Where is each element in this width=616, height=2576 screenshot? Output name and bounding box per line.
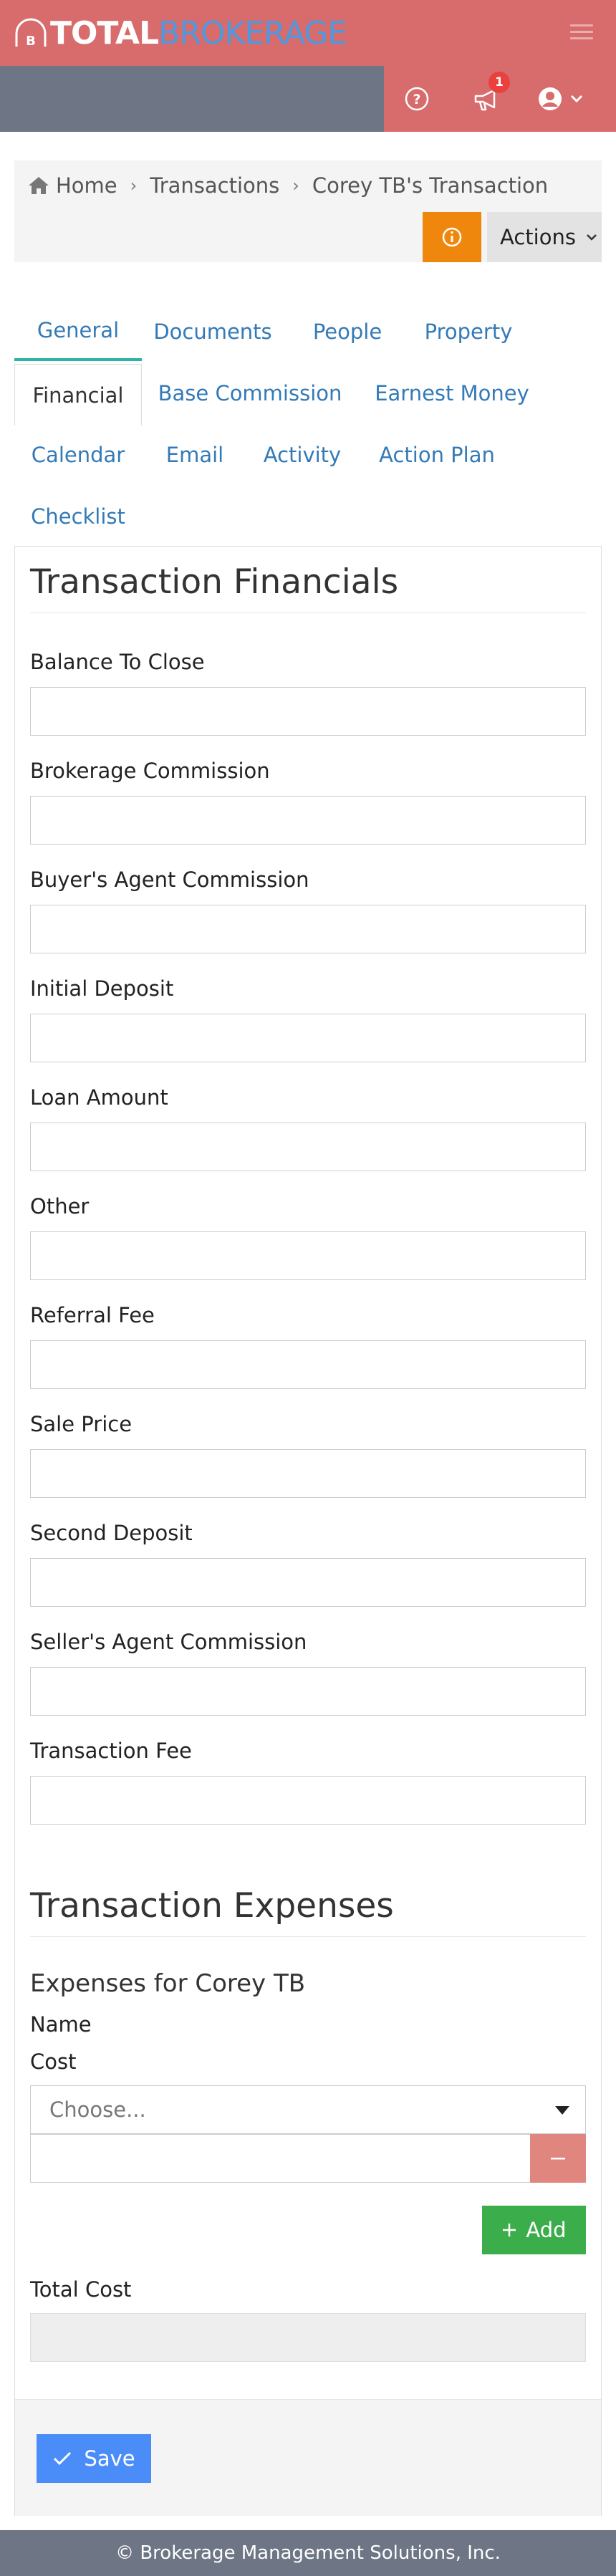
chevron-right-icon: › xyxy=(130,176,138,196)
tab-activity[interactable]: Activity xyxy=(255,426,350,484)
tab-action-plan[interactable]: Action Plan xyxy=(372,426,501,484)
referral-fee-input[interactable] xyxy=(30,1340,586,1389)
actions-dropdown-button[interactable]: Actions xyxy=(487,212,602,262)
chevron-right-icon: › xyxy=(292,176,299,196)
info-circle-icon xyxy=(442,227,462,247)
balance-to-close-input[interactable] xyxy=(30,687,586,736)
sellers-agent-commission-label: Seller's Agent Commission xyxy=(30,1630,307,1654)
financial-tab-panel: Transaction Financials Balance To Close … xyxy=(14,546,602,2516)
second-deposit-input[interactable] xyxy=(30,1558,586,1607)
section-divider xyxy=(30,1936,586,1937)
breadcrumb-current: Corey TB's Transaction xyxy=(312,173,549,198)
brokerage-commission-label: Brokerage Commission xyxy=(30,759,270,783)
top-header: B TOTAL BROKERAGE xyxy=(0,0,616,66)
tab-earnest-money[interactable]: Earnest Money xyxy=(370,364,534,423)
other-label: Other xyxy=(30,1194,90,1219)
transaction-fee-input[interactable] xyxy=(30,1776,586,1825)
initial-deposit-label: Initial Deposit xyxy=(30,976,174,1001)
expense-name-select[interactable]: Choose... xyxy=(30,2085,586,2134)
expense-cost-label: Cost xyxy=(30,2049,77,2074)
chevron-down-icon xyxy=(570,95,583,103)
logo-mark-icon: B xyxy=(15,18,47,49)
remove-expense-button[interactable] xyxy=(530,2134,586,2183)
hamburger-menu-icon[interactable] xyxy=(570,24,593,42)
save-button[interactable]: Save xyxy=(37,2434,151,2483)
add-label: Add xyxy=(526,2218,567,2242)
expense-cost-input[interactable] xyxy=(30,2134,531,2183)
tab-base-commission[interactable]: Base Commission xyxy=(155,364,345,423)
second-deposit-label: Second Deposit xyxy=(30,1521,193,1545)
buyers-agent-commission-input[interactable] xyxy=(30,905,586,953)
page-footer: © Brokerage Management Solutions, Inc. xyxy=(0,2530,616,2576)
plus-icon xyxy=(503,2224,516,2236)
tab-people[interactable]: People xyxy=(304,302,391,361)
brokerage-commission-input[interactable] xyxy=(30,796,586,845)
balance-to-close-label: Balance To Close xyxy=(30,650,205,674)
initial-deposit-input[interactable] xyxy=(30,1014,586,1062)
home-icon xyxy=(29,177,49,194)
save-label: Save xyxy=(84,2446,135,2471)
buyers-agent-commission-label: Buyer's Agent Commission xyxy=(30,868,309,892)
other-input[interactable] xyxy=(30,1231,586,1280)
chevron-down-icon xyxy=(587,234,597,241)
user-menu[interactable] xyxy=(537,86,595,112)
help-circle-icon[interactable]: ? xyxy=(404,86,430,112)
brand-logo[interactable]: B TOTAL BROKERAGE xyxy=(13,14,347,52)
tab-email[interactable]: Email xyxy=(159,426,231,484)
user-circle-icon xyxy=(539,87,562,110)
tab-checklist[interactable]: Checklist xyxy=(24,487,132,546)
actions-label: Actions xyxy=(500,225,576,249)
header-actions: ? 1 xyxy=(384,66,616,132)
info-button[interactable] xyxy=(423,212,481,262)
expenses-subtitle: Expenses for Corey TB xyxy=(30,1969,306,1998)
expense-name-label: Name xyxy=(30,2012,92,2037)
breadcrumb: Home › Transactions › Corey TB's Transac… xyxy=(27,169,548,202)
svg-text:?: ? xyxy=(413,92,420,107)
logo-text-total: TOTAL xyxy=(50,14,159,52)
section-title-financials: Transaction Financials xyxy=(30,562,399,602)
breadcrumb-panel: Home › Transactions › Corey TB's Transac… xyxy=(14,160,602,262)
tab-property[interactable]: Property xyxy=(417,302,520,361)
notification-count-badge: 1 xyxy=(489,72,510,93)
expense-select-value: Choose... xyxy=(49,2097,146,2122)
logo-text-brokerage: BROKERAGE xyxy=(158,14,347,52)
tab-general[interactable]: General xyxy=(14,302,142,361)
breadcrumb-transactions[interactable]: Transactions xyxy=(150,173,279,198)
sale-price-input[interactable] xyxy=(30,1449,586,1498)
tab-documents[interactable]: Documents xyxy=(148,302,278,361)
total-cost-label: Total Cost xyxy=(30,2277,132,2302)
section-title-expenses: Transaction Expenses xyxy=(30,1886,394,1926)
referral-fee-label: Referral Fee xyxy=(30,1303,155,1327)
transaction-fee-label: Transaction Fee xyxy=(30,1739,192,1763)
total-cost-value xyxy=(30,2313,586,2362)
check-icon xyxy=(54,2451,72,2466)
copyright-text: © Brokerage Management Solutions, Inc. xyxy=(115,2542,501,2564)
loan-amount-input[interactable] xyxy=(30,1123,586,1171)
caret-down-icon xyxy=(555,2106,569,2115)
add-expense-button[interactable]: Add xyxy=(482,2206,586,2254)
svg-text:B: B xyxy=(26,34,36,49)
breadcrumb-home[interactable]: Home xyxy=(56,173,117,198)
minus-icon xyxy=(551,2158,565,2160)
form-footer: Save xyxy=(15,2399,601,2516)
sellers-agent-commission-input[interactable] xyxy=(30,1667,586,1716)
section-divider xyxy=(30,612,586,613)
loan-amount-label: Loan Amount xyxy=(30,1085,168,1110)
tab-financial[interactable]: Financial xyxy=(14,364,142,426)
sub-header: ? 1 xyxy=(0,66,616,132)
sale-price-label: Sale Price xyxy=(30,1412,133,1436)
tab-calendar[interactable]: Calendar xyxy=(24,426,132,484)
